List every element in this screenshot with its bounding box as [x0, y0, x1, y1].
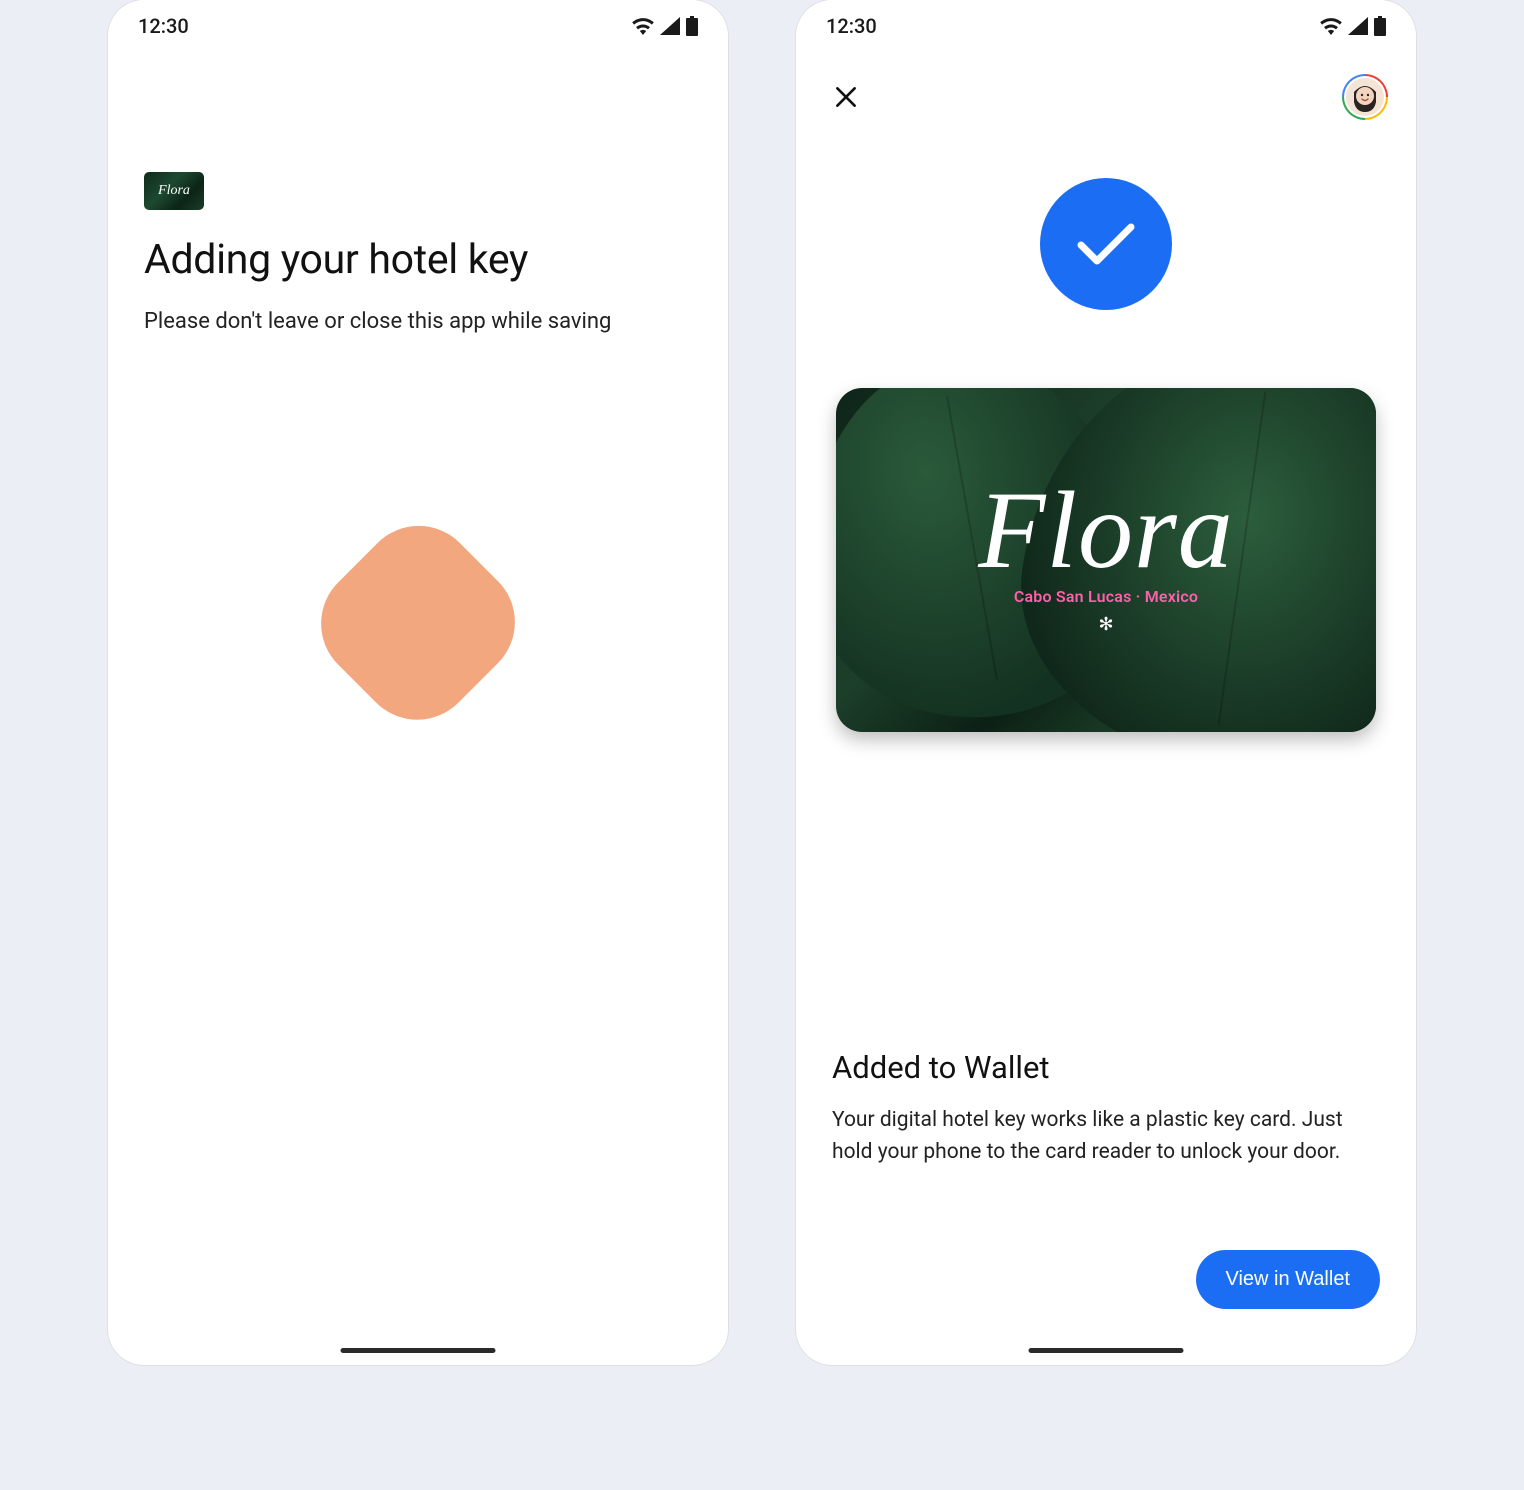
- account-avatar[interactable]: [1342, 74, 1388, 120]
- status-bar: 12:30: [108, 0, 728, 42]
- wifi-icon: [632, 17, 654, 35]
- status-time: 12:30: [138, 14, 189, 38]
- success-heading: Added to Wallet: [832, 1049, 1380, 1086]
- page-subtitle: Please don't leave or close this app whi…: [144, 305, 692, 338]
- phone-screen-added: 12:30: [796, 0, 1416, 1365]
- thumbnail-brand: Flora: [158, 183, 190, 199]
- hotel-key-card[interactable]: Flora Cabo San Lucas · Mexico ✻: [836, 388, 1376, 732]
- status-bar: 12:30: [796, 0, 1416, 42]
- card-location: Cabo San Lucas · Mexico: [1014, 587, 1198, 606]
- home-indicator[interactable]: [341, 1348, 496, 1353]
- status-icons: [632, 16, 698, 36]
- close-button[interactable]: [828, 79, 864, 115]
- home-indicator[interactable]: [1029, 1348, 1184, 1353]
- check-icon: [1075, 219, 1137, 269]
- status-time: 12:30: [826, 14, 877, 38]
- status-icons: [1320, 16, 1386, 36]
- success-description: Your digital hotel key works like a plas…: [832, 1104, 1380, 1169]
- phone-screen-adding: 12:30 Flora Adding your hotel key Please…: [108, 0, 728, 1365]
- cell-signal-icon: [660, 17, 680, 35]
- close-icon: [833, 84, 859, 110]
- cell-signal-icon: [1348, 17, 1368, 35]
- avatar-photo: [1346, 78, 1384, 116]
- view-in-wallet-button[interactable]: View in Wallet: [1196, 1250, 1381, 1309]
- success-check-circle: [1040, 178, 1172, 310]
- page-title: Adding your hotel key: [144, 236, 692, 285]
- card-brand: Flora: [978, 475, 1234, 585]
- battery-icon: [686, 16, 698, 36]
- hotel-key-thumbnail: Flora: [144, 172, 204, 210]
- battery-icon: [1374, 16, 1386, 36]
- wifi-icon: [1320, 17, 1342, 35]
- sparkle-icon: ✻: [1098, 614, 1113, 635]
- loading-spinner: [333, 536, 503, 708]
